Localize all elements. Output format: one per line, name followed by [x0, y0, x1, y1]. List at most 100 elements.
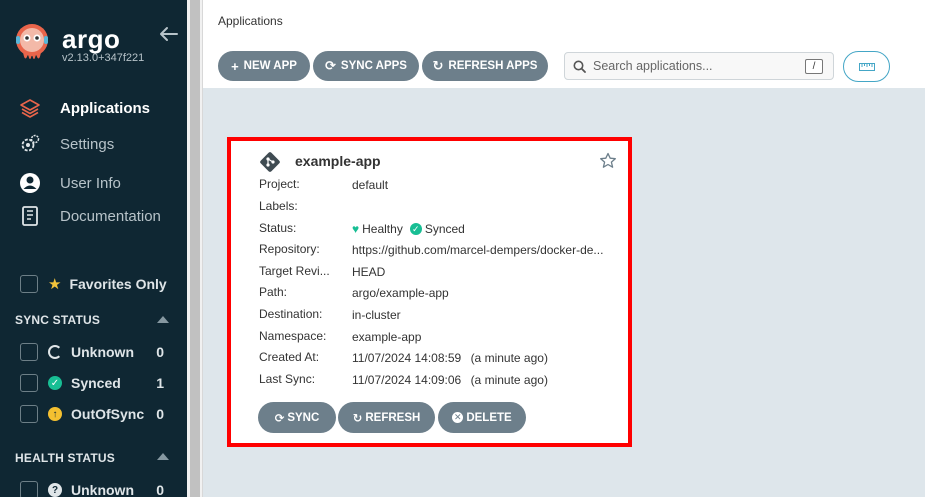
field-key: Target Revi... [259, 264, 330, 278]
sync-button[interactable]: ⟳ SYNC [258, 402, 336, 433]
button-label: SYNC [287, 411, 320, 424]
button-label: SYNC APPS [340, 60, 407, 72]
nav-user-info[interactable]: User Info [18, 172, 121, 194]
button-label: REFRESH APPS [448, 60, 538, 72]
field-key: Created At: [259, 350, 320, 364]
field-key: Path: [259, 285, 288, 299]
filter-checkbox[interactable] [20, 405, 38, 423]
app-name[interactable]: example-app [295, 153, 381, 169]
arrow-up-circle-icon: ↑ [48, 407, 62, 421]
field-key: Namespace: [259, 329, 327, 343]
breadcrumb[interactable]: Applications [218, 14, 283, 28]
nav-applications[interactable]: Applications [18, 97, 150, 119]
field-key: Destination: [259, 307, 323, 321]
field-value: HEAD [352, 265, 386, 279]
filter-label: Synced [71, 375, 121, 391]
health-status: Healthy [362, 222, 403, 236]
filter-checkbox[interactable] [20, 343, 38, 361]
timestamp: 11/07/2024 14:09:06 [352, 373, 462, 387]
filter-checkbox[interactable] [20, 481, 38, 497]
app-card[interactable]: example-app Project: default Labels: Sta… [231, 141, 628, 443]
field-status: Status: ♥ Healthy ✓ Synced [259, 221, 619, 237]
health-filter-unknown[interactable]: ? Unknown 0 [20, 480, 170, 497]
plus-icon: + [231, 58, 239, 74]
favorites-label: Favorites Only [69, 276, 167, 292]
field-key: Last Sync: [259, 372, 316, 386]
gears-icon [18, 133, 42, 155]
button-label: DELETE [466, 411, 512, 424]
star-icon: ★ [48, 276, 62, 293]
refresh-apps-button[interactable]: ↻ REFRESH APPS [422, 51, 548, 81]
field-last-sync: Last Sync: 11/07/2024 14:09:06 (a minute… [259, 372, 619, 388]
field-labels: Labels: [259, 199, 619, 215]
view-toggle-button[interactable] [843, 51, 890, 82]
argo-logo-icon[interactable] [13, 22, 51, 66]
refresh-button[interactable]: ↻ REFRESH [338, 402, 435, 433]
field-value: in-cluster [352, 308, 401, 322]
sync-status: Synced [424, 222, 465, 236]
delete-button[interactable]: ✕ DELETE [438, 402, 526, 433]
redo-icon: ↻ [352, 412, 363, 425]
caret-up-icon[interactable] [157, 316, 169, 323]
sidebar: argo v2.13.0+347f221 Applications Settin… [0, 0, 187, 497]
filter-count: 1 [156, 375, 164, 391]
times-circle-icon: ✕ [452, 412, 464, 423]
sync-filter-synced[interactable]: ✓ Synced 1 [20, 373, 170, 393]
field-key: Repository: [259, 242, 320, 256]
caret-up-icon[interactable] [157, 453, 169, 460]
sync-status-heading: SYNC STATUS [15, 313, 101, 327]
filter-count: 0 [156, 406, 164, 422]
nav-documentation[interactable]: Documentation [18, 205, 161, 227]
sync-icon: ⟳ [325, 58, 336, 73]
field-repository: Repository: https://github.com/marcel-de… [259, 242, 619, 258]
search-input[interactable] [593, 59, 798, 73]
filter-count: 0 [156, 482, 164, 497]
book-icon [18, 205, 42, 227]
heart-icon: ♥ [352, 222, 360, 236]
button-label: REFRESH [365, 411, 421, 424]
new-app-button[interactable]: + NEW APP [218, 51, 310, 81]
git-icon [260, 152, 280, 172]
search-box[interactable]: / [564, 52, 834, 80]
ruler-icon [858, 62, 875, 71]
brand-name: argo [62, 24, 121, 54]
field-value: 11/07/2024 14:08:59 (a minute ago) [352, 350, 548, 366]
field-key: Project: [259, 177, 300, 191]
field-path: Path: argo/example-app [259, 285, 619, 301]
filter-count: 0 [156, 344, 164, 360]
favorites-only-filter[interactable]: ★ Favorites Only [20, 275, 167, 293]
filter-label: OutOfSync [71, 406, 145, 422]
star-icon[interactable] [599, 152, 617, 170]
field-namespace: Namespace: example-app [259, 329, 619, 345]
question-circle-icon: ? [48, 483, 62, 497]
favorites-checkbox[interactable] [20, 275, 38, 293]
relative-time: (a minute ago) [470, 373, 548, 387]
field-target-revision: Target Revi... HEAD [259, 264, 619, 280]
nav-label: User Info [60, 174, 121, 192]
filter-label: Unknown [71, 482, 134, 497]
version-label: v2.13.0+347f221 [62, 52, 145, 64]
arrow-left-icon[interactable] [159, 26, 179, 42]
field-value: https://github.com/marcel-dempers/docker… [352, 243, 604, 257]
layers-icon [18, 97, 42, 119]
nav-label: Documentation [60, 207, 161, 225]
sync-apps-button[interactable]: ⟳ SYNC APPS [313, 51, 419, 81]
field-value: default [352, 178, 389, 192]
filter-label: Unknown [71, 344, 134, 360]
field-destination: Destination: in-cluster [259, 307, 619, 323]
check-circle-icon: ✓ [48, 376, 62, 390]
filter-checkbox[interactable] [20, 374, 38, 392]
field-key: Labels: [259, 199, 298, 213]
nav-settings[interactable]: Settings [18, 133, 114, 155]
circle-notch-icon [48, 345, 62, 359]
check-circle-icon: ✓ [409, 223, 422, 235]
button-label: NEW APP [243, 60, 297, 72]
sync-filter-outofsync[interactable]: ↑ OutOfSync 0 [20, 404, 170, 424]
nav-label: Settings [60, 135, 115, 153]
field-value: 11/07/2024 14:09:06 (a minute ago) [352, 372, 548, 388]
redo-icon: ↻ [432, 58, 444, 73]
search-shortcut-hint: / [805, 59, 823, 74]
sync-filter-unknown[interactable]: Unknown 0 [20, 342, 170, 362]
sidebar-scrollbar-thumb[interactable] [190, 0, 200, 497]
health-status-heading: HEALTH STATUS [15, 451, 115, 465]
